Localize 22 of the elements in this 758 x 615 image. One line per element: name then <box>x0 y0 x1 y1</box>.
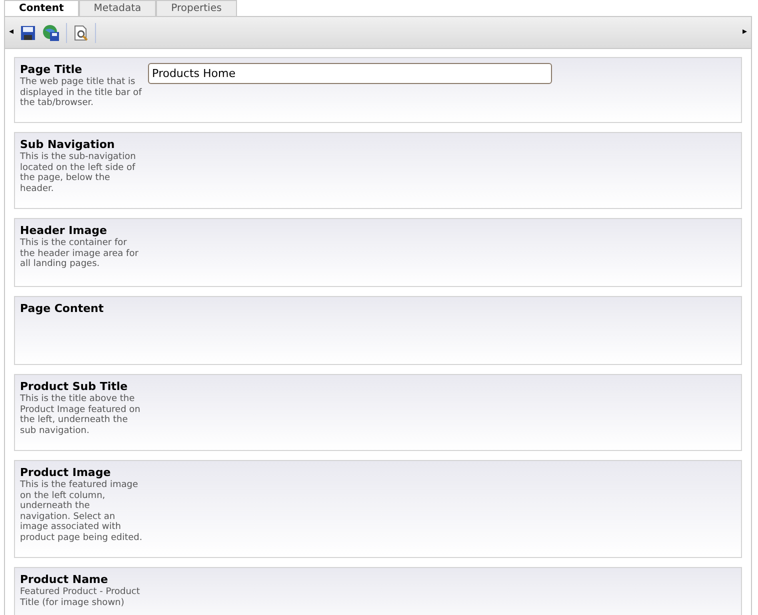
tab[interactable]: Properties <box>156 0 237 16</box>
tab[interactable]: Metadata <box>78 0 156 16</box>
field-description: Featured Product - Product Title (for image shown) <box>20 587 141 608</box>
field-description: This is the sub-navigation located on the left side of the page, below the header. <box>20 152 137 194</box>
globe-save-icon[interactable] <box>42 24 60 42</box>
field-description: The web page title that is displayed in the title bar of the tab/browser. <box>20 77 143 108</box>
field-title: Product Sub Title <box>20 380 129 394</box>
field-description: This is the container for the header image area for all landing pages. <box>20 238 140 270</box>
field-description: This is the featured image on the left column, underneath the navigation. Select an image associated with product page being edited. <box>20 480 143 543</box>
scroll-left-button[interactable]: ◂ <box>9 26 14 40</box>
field-title: Header Image <box>20 224 108 238</box>
field-title: Product Name <box>20 573 109 587</box>
tab[interactable]: Content <box>4 0 79 16</box>
field-title: Page Content <box>20 302 105 316</box>
field-title: Page Title <box>20 63 84 77</box>
save-icon[interactable] <box>20 24 36 40</box>
scroll-right-button[interactable]: ▸ <box>742 26 747 40</box>
text-input[interactable]: Products Home <box>148 63 552 84</box>
field-title: Product Image <box>20 466 112 480</box>
field-description: This is the title above the Product Image featured on the left, underneath the sub navigation. <box>20 394 142 436</box>
preview-icon[interactable] <box>72 24 89 40</box>
field-title: Sub Navigation <box>20 138 116 152</box>
